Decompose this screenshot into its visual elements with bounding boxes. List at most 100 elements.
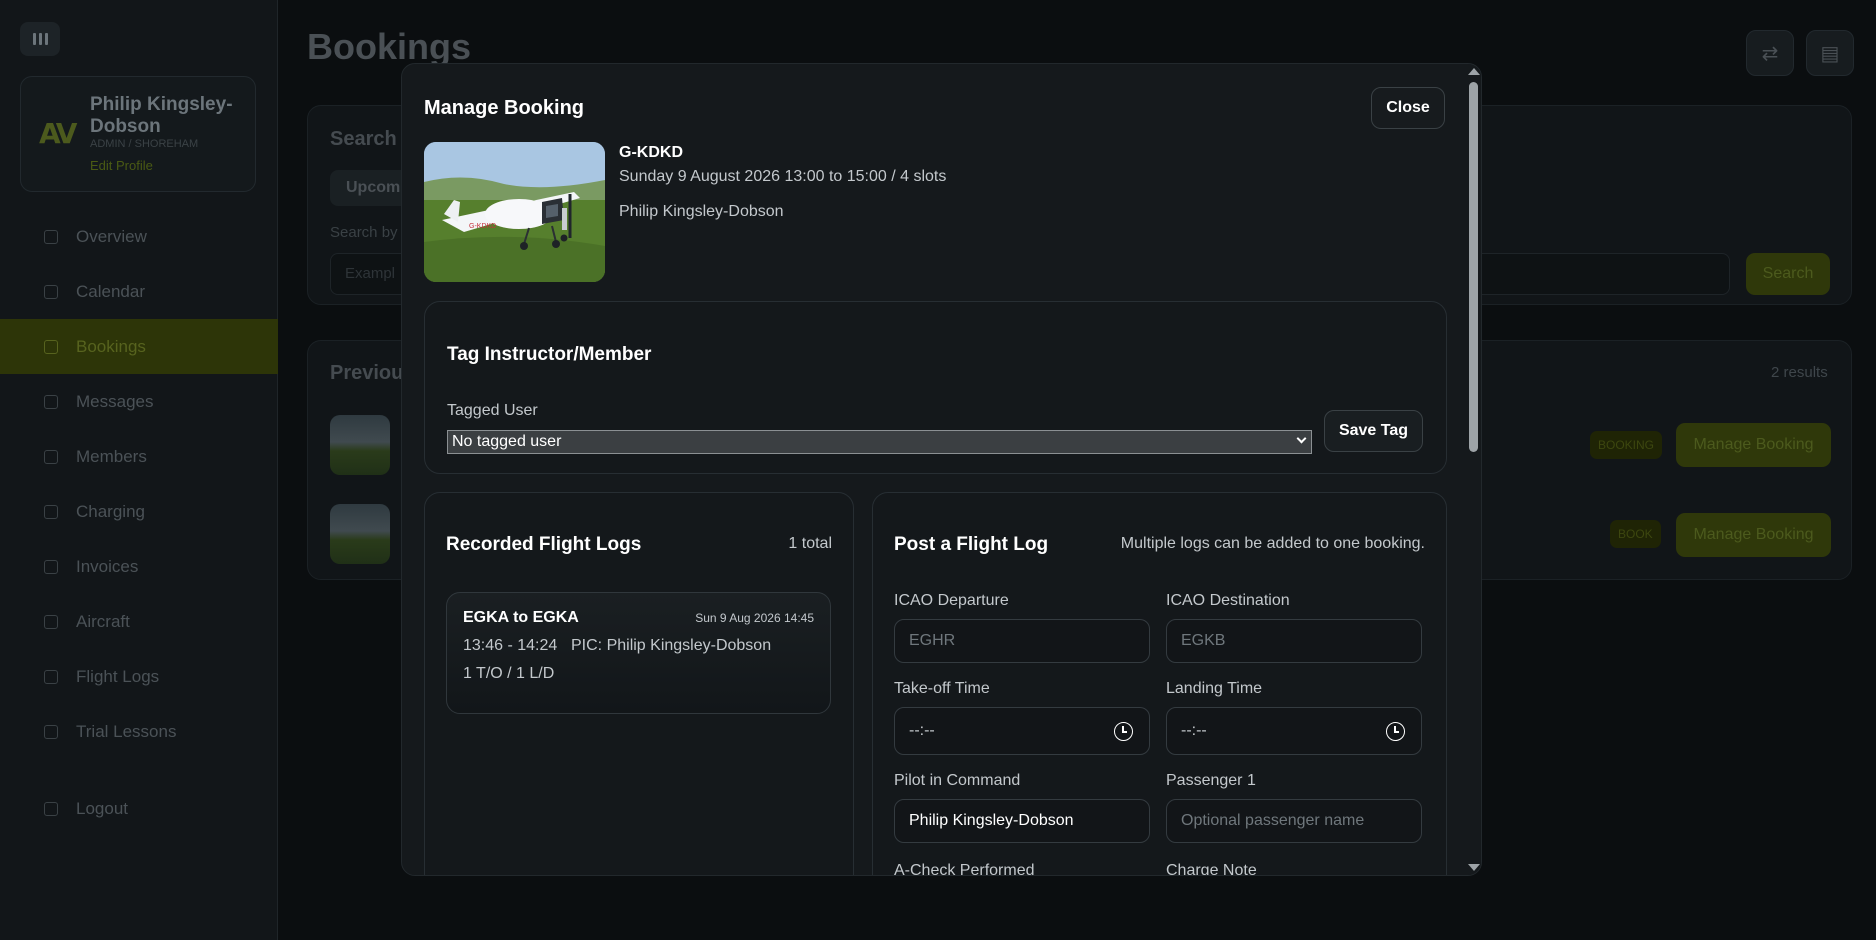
icao-departure-input[interactable]: EGHR [894,619,1150,663]
tagged-user-value: No tagged user [452,433,562,450]
sidebar-item-trial-lessons[interactable]: Trial Lessons [0,704,278,759]
passenger-label: Passenger 1 [1166,772,1256,789]
members-icon [44,449,58,464]
clock-icon[interactable] [1114,722,1133,741]
icao-departure-label: ICAO Departure [894,592,1009,609]
sidebar-item-overview[interactable]: Overview [0,209,278,264]
landing-time-label: Landing Time [1166,680,1263,697]
close-button[interactable]: Close [1371,87,1445,129]
sidebar-item-charging[interactable]: Charging [0,484,278,539]
logout-button[interactable]: Logout [0,781,278,836]
clock-icon[interactable] [1386,722,1405,741]
modal-scrollbar[interactable] [1467,64,1481,875]
sidebar-item-invoices[interactable]: Invoices [0,539,278,594]
post-log-note: Multiple logs can be added to one bookin… [1120,535,1425,552]
post-log-title: Post a Flight Log [894,534,1049,555]
calendar-icon [44,284,58,299]
landing-time-input[interactable]: --:-- [1166,707,1422,755]
post-log-card: Post a Flight Log Multiple logs can be a… [872,492,1447,876]
sidebar-item-bookings[interactable]: Bookings [0,319,278,374]
sidebar-item-label: Aircraft [76,611,130,631]
sidebar-item-label: Calendar [76,281,145,301]
sidebar-item-label: Trial Lessons [76,721,177,741]
sidebar-item-label: Invoices [76,556,139,576]
manage-booking-button[interactable]: Manage Booking [1676,513,1831,557]
takeoff-time-label: Take-off Time [894,680,990,697]
status-badge: BOOKING [1590,431,1663,459]
profile-card: AV Philip Kingsley-Dobson ADMIN / SHOREH… [20,76,256,192]
recorded-logs-title: Recorded Flight Logs [446,534,642,555]
tagged-user-label: Tagged User [447,402,538,419]
sidebar-item-label: Bookings [76,336,146,356]
logs-count: 1 total [788,535,832,552]
svg-text:G-KDKD: G-KDKD [469,223,496,230]
sidebar-item-label: Members [76,446,147,466]
bookings-icon [44,339,58,354]
icao-destination-input[interactable]: EGKB [1166,619,1422,663]
tag-card: Tag Instructor/Member Tagged User No tag… [424,301,1447,474]
page-title: Bookings [307,26,472,67]
takeoff-time-value: --:-- [909,722,935,739]
logo: AV [39,117,77,150]
sidebar-item-label: Messages [76,391,154,411]
flight-logs-icon [44,669,58,684]
acheck-label: A-Check Performed [894,862,1035,876]
sidebar-item-calendar[interactable]: Calendar [0,264,278,319]
log-route: EGKA to EGKA [463,609,579,626]
sidebar-item-members[interactable]: Members [0,429,278,484]
passenger-input[interactable]: Optional passenger name [1166,799,1422,843]
manage-booking-button[interactable]: Manage Booking [1676,423,1831,467]
flight-log-entry[interactable]: EGKA to EGKA Sun 9 Aug 2026 14:45 13:46 … [446,592,831,714]
tag-card-title: Tag Instructor/Member [447,344,652,365]
profile-name: Philip Kingsley-Dobson [90,94,233,137]
scrollbar-thumb[interactable] [1469,82,1478,452]
log-counts: 1 T/O / 1 L/D [463,665,555,682]
sidebar-item-flight-logs[interactable]: Flight Logs [0,649,278,704]
icao-destination-label: ICAO Destination [1166,592,1290,609]
save-tag-button[interactable]: Save Tag [1324,410,1423,452]
logout-icon [44,801,58,816]
profile-role: ADMIN / SHOREHAM [90,138,199,150]
results-count: 2 results [1771,364,1828,381]
pic-label: Pilot in Command [894,772,1021,789]
home-icon [44,229,58,244]
edit-profile-link[interactable]: Edit Profile [90,158,153,173]
previous-heading: Previou [330,362,404,384]
panel-icon[interactable]: ▤ [1806,30,1854,76]
booking-thumbnail [330,415,390,475]
booking-datetime: Sunday 9 August 2026 13:00 to 15:00 / 4 … [619,168,947,185]
swap-icon[interactable]: ⇄ [1746,30,1794,76]
log-date: Sun 9 Aug 2026 14:45 [695,611,814,625]
log-times: 13:46 - 14:24 [463,637,558,654]
takeoff-time-input[interactable]: --:-- [894,707,1150,755]
messages-icon [44,394,58,409]
invoices-icon [44,559,58,574]
manage-booking-modal: Manage Booking Close G-KDKD G-KDKD Sunda… [401,63,1482,876]
recorded-logs-card: Recorded Flight Logs 1 total EGKA to EGK… [424,492,854,875]
icao-departure-placeholder: EGHR [909,632,956,649]
search-by-label: Search by [330,224,398,241]
scroll-down-icon[interactable] [1468,864,1480,871]
pic-input[interactable]: Philip Kingsley-Dobson [894,799,1150,843]
status-badge: BOOK [1610,520,1661,548]
sidebar-item-aircraft[interactable]: Aircraft [0,594,278,649]
sidebar-item-label: Charging [76,501,145,521]
search-heading: Search I [330,128,408,150]
sidebar-item-label: Overview [76,226,147,246]
sidebar-item-messages[interactable]: Messages [0,374,278,429]
passenger-placeholder: Optional passenger name [1181,812,1365,829]
modal-title: Manage Booking [424,97,585,119]
icao-destination-placeholder: EGKB [1181,632,1226,649]
menu-toggle-button[interactable] [20,22,60,56]
search-placeholder: Exampl [345,265,396,282]
tagged-user-select[interactable]: No tagged user [447,430,1312,454]
aircraft-icon [44,614,58,629]
chevron-down-icon [1296,433,1307,444]
landing-time-value: --:-- [1181,722,1207,739]
sidebar: AV Philip Kingsley-Dobson ADMIN / SHOREH… [0,0,278,940]
charging-icon [44,504,58,519]
aircraft-photo: G-KDKD [424,142,605,282]
search-button[interactable]: Search [1746,253,1830,295]
charge-note-label: Charge Note [1166,862,1257,876]
scroll-up-icon[interactable] [1468,68,1480,75]
